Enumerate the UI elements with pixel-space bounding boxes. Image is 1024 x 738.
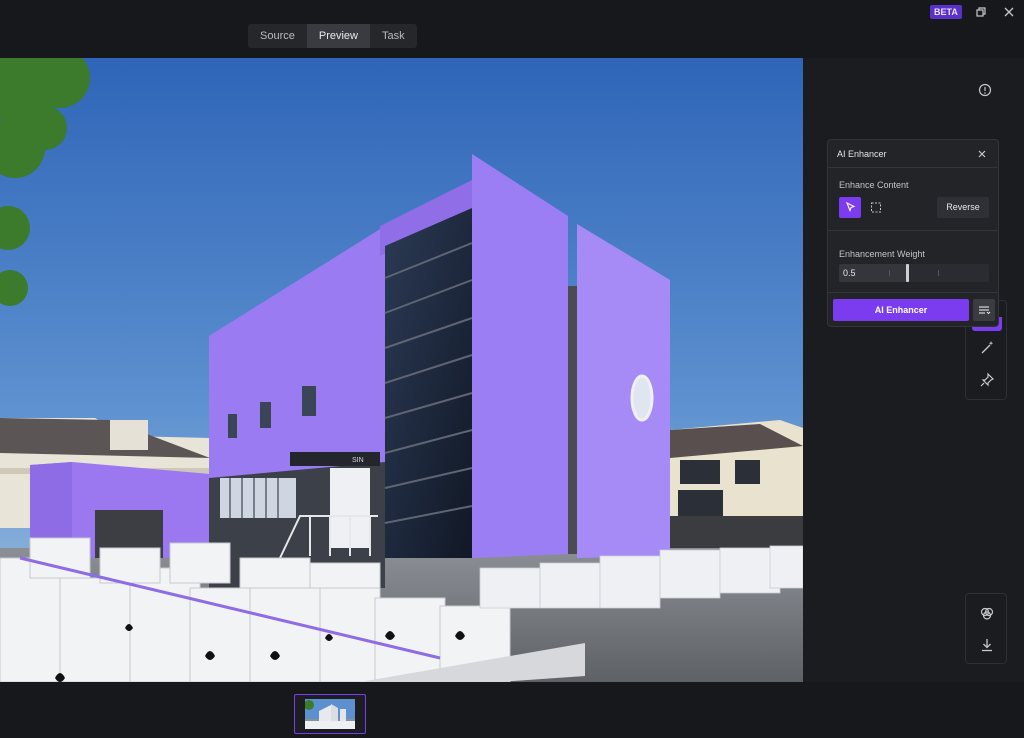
list-icon: [979, 306, 991, 315]
svg-text:SIN: SIN: [352, 457, 364, 464]
image-thumbnail[interactable]: [294, 694, 366, 734]
top-bar: Source Preview Task BETA: [0, 0, 1024, 58]
divider: [828, 292, 998, 293]
download-icon[interactable]: [978, 636, 996, 654]
close-icon[interactable]: [1001, 4, 1017, 20]
panel-title: AI Enhancer: [837, 149, 887, 159]
list-options-button[interactable]: [973, 299, 995, 321]
view-tabs: Source Preview Task: [248, 24, 417, 48]
restore-icon[interactable]: [973, 4, 989, 20]
building-render-image: SIN: [0, 58, 803, 682]
slider-tick: [938, 270, 939, 276]
enhancement-weight-slider[interactable]: 0.5: [839, 264, 989, 282]
divider: [828, 230, 998, 231]
pointer-select-button[interactable]: [839, 197, 861, 218]
enhance-content-label: Enhance Content: [839, 180, 909, 190]
close-icon[interactable]: [976, 148, 988, 160]
info-icon[interactable]: [976, 81, 994, 99]
divider: [828, 167, 998, 168]
slider-tick: [889, 270, 890, 276]
magic-wand-icon[interactable]: [978, 339, 996, 357]
tab-preview[interactable]: Preview: [306, 24, 370, 48]
tab-task[interactable]: Task: [370, 24, 417, 48]
pin-icon[interactable]: [978, 371, 996, 389]
marquee-select-button[interactable]: [865, 197, 887, 218]
slider-thumb[interactable]: [906, 264, 909, 282]
ai-enhancer-panel: AI Enhancer Enhance Content Reverse Enha…: [827, 139, 999, 327]
app-window: Source Preview Task BETA SIN AI Enhancer…: [0, 0, 1024, 738]
layers-icon[interactable]: [978, 604, 996, 622]
slider-value: 0.5: [843, 268, 856, 278]
ai-enhancer-button[interactable]: AI Enhancer: [833, 299, 969, 321]
beta-badge: BETA: [930, 5, 962, 19]
preview-canvas[interactable]: SIN: [0, 58, 803, 682]
thumbnail-image: [305, 699, 355, 729]
filmstrip: [0, 682, 1024, 738]
reverse-button[interactable]: Reverse: [937, 197, 989, 218]
bottom-tool-column: [965, 593, 1007, 664]
tab-source[interactable]: Source: [248, 24, 307, 48]
cursor-icon: [845, 201, 856, 213]
enhancement-weight-label: Enhancement Weight: [839, 249, 925, 259]
marquee-icon: [871, 202, 881, 213]
